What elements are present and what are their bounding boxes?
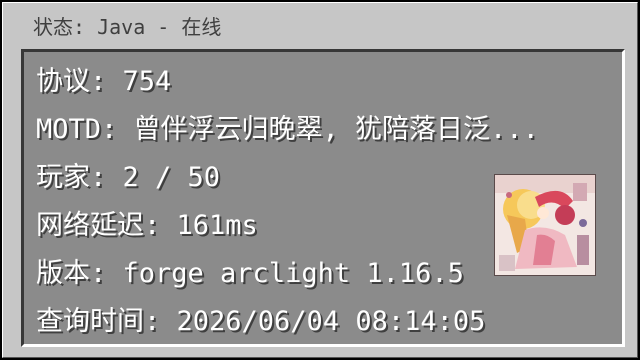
favicon-art	[495, 175, 595, 275]
players-label: 玩家:	[36, 162, 123, 193]
players-value: 2 / 50	[122, 162, 221, 193]
players-row: 玩家: 2 / 50	[36, 154, 220, 202]
protocol-label: 协议:	[36, 66, 123, 97]
latency-row: 网络延迟: 161ms	[36, 202, 258, 250]
protocol-value: 754	[122, 66, 172, 97]
server-favicon-icon	[494, 174, 596, 276]
version-label: 版本:	[36, 258, 123, 289]
query-time-row: 查询时间: 2026/06/04 08:14:05	[36, 298, 486, 344]
motd-value: 曾伴浮云归晚翠, 犹陪落日泛...	[133, 114, 539, 145]
protocol-row: 协议: 754	[36, 58, 171, 106]
server-info-panel: 协议: 754 MOTD: 曾伴浮云归晚翠, 犹陪落日泛... 玩家: 2 / …	[21, 49, 625, 347]
query-time-label: 查询时间:	[36, 306, 177, 337]
motd-label: MOTD:	[36, 114, 134, 145]
version-row: 版本: forge arclight 1.16.5	[36, 250, 464, 298]
motd-row: MOTD: 曾伴浮云归晚翠, 犹陪落日泛...	[36, 106, 622, 154]
latency-value: 161ms	[176, 210, 258, 241]
query-time-value: 2026/06/04 08:14:05	[176, 306, 486, 337]
version-value: forge arclight 1.16.5	[122, 258, 464, 289]
window-title: 状态: Java - 在线	[33, 15, 222, 39]
latency-label: 网络延迟:	[36, 210, 177, 241]
status-window: 状态: Java - 在线 协议: 754 MOTD: 曾伴浮云归晚翠, 犹陪落…	[0, 0, 640, 360]
